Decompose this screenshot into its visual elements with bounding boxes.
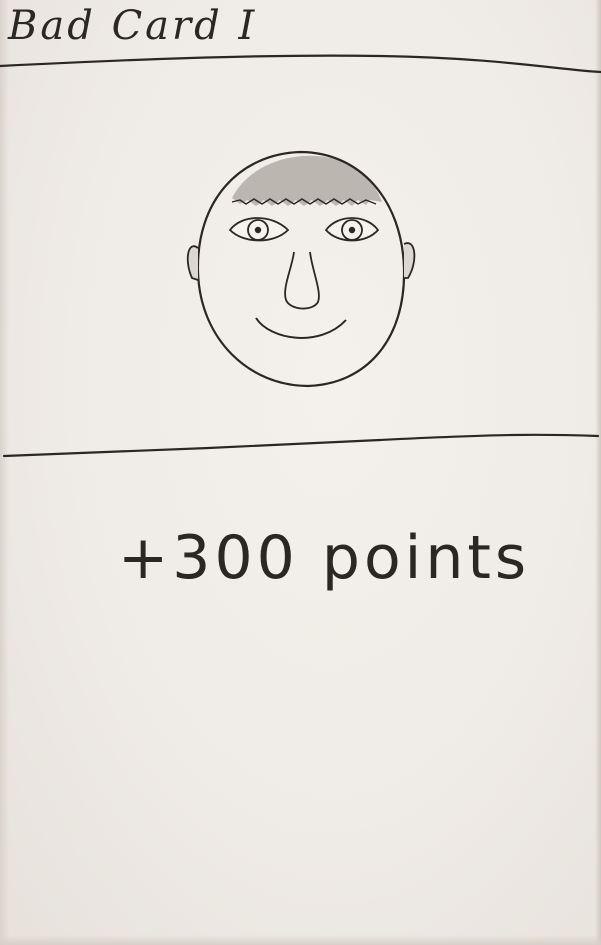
left-ear (186, 245, 199, 281)
title-divider-line (0, 54, 601, 74)
nose (284, 251, 320, 310)
game-card: Bad Card I +300 points (0, 0, 601, 945)
smile (255, 317, 347, 339)
right-ear (403, 242, 416, 279)
smiling-face-icon (186, 150, 416, 388)
portrait-divider-line (2, 433, 600, 458)
points-value: +300 points (118, 523, 531, 593)
left-pupil (254, 226, 262, 234)
right-pupil (348, 226, 356, 234)
